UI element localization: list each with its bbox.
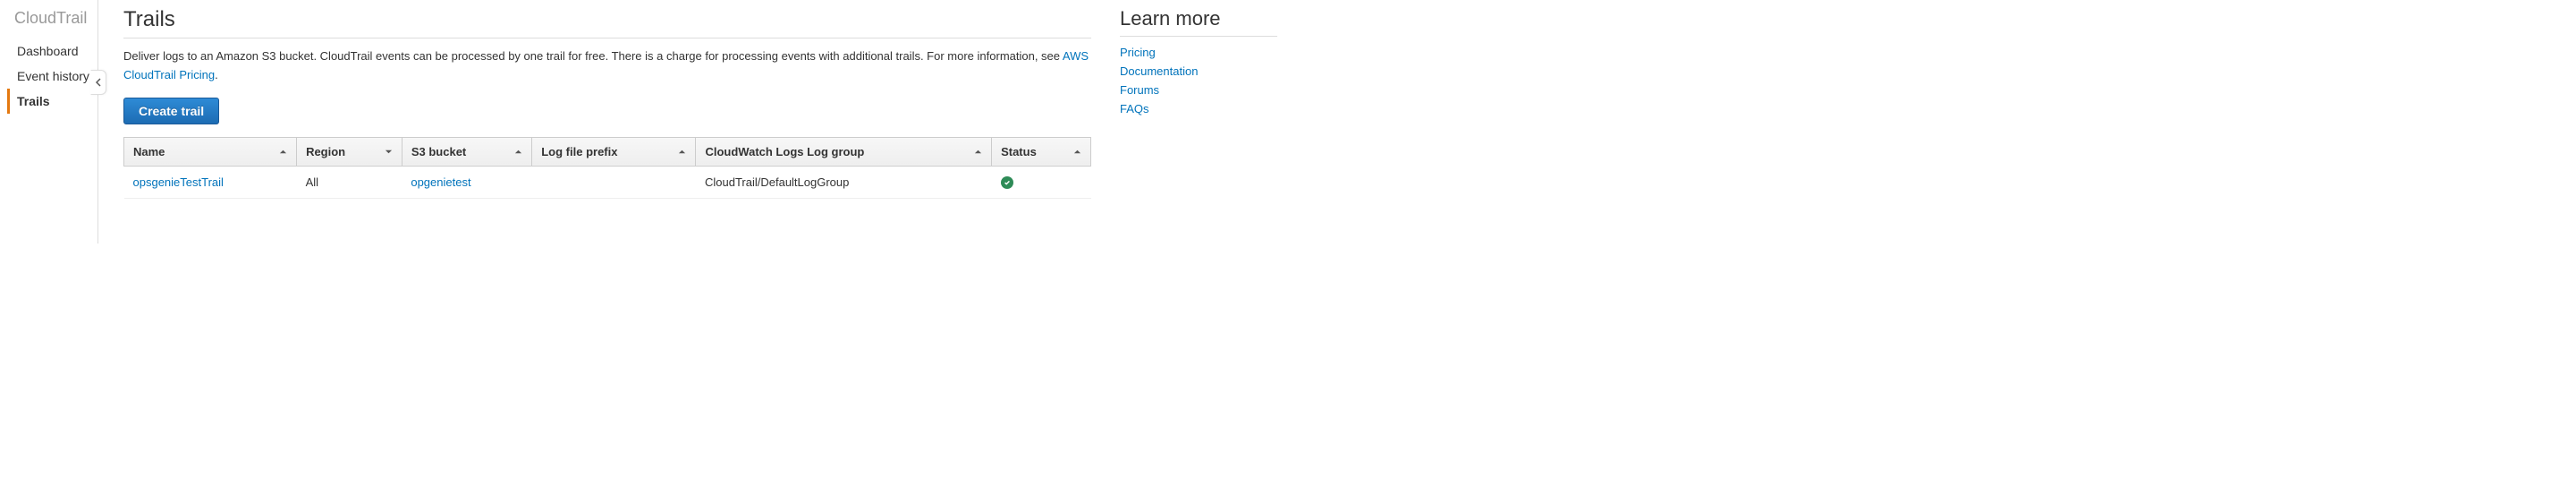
column-label: Status: [1001, 145, 1037, 158]
create-trail-button[interactable]: Create trail: [123, 98, 219, 124]
main-content: Trails Deliver logs to an Amazon S3 buck…: [98, 0, 1109, 244]
sort-asc-icon: [678, 145, 686, 158]
trail-s3-bucket-link[interactable]: opgenietest: [411, 175, 470, 189]
table-row: opsgenieTestTrail All opgenietest CloudT…: [124, 166, 1091, 198]
status-ok-icon: [1001, 176, 1013, 189]
column-label: Name: [133, 145, 165, 158]
sidebar-item-dashboard[interactable]: Dashboard: [7, 38, 97, 64]
right-panel: Learn more Pricing Documentation Forums …: [1109, 0, 1288, 244]
trail-name-link[interactable]: opsgenieTestTrail: [133, 175, 224, 189]
sort-asc-icon: [279, 145, 287, 158]
column-label: Log file prefix: [541, 145, 617, 158]
link-documentation[interactable]: Documentation: [1120, 64, 1277, 78]
sidebar-item-event-history[interactable]: Event history: [7, 64, 97, 89]
link-faqs[interactable]: FAQs: [1120, 102, 1277, 115]
column-label: CloudWatch Logs Log group: [705, 145, 864, 158]
trail-status: [992, 166, 1091, 198]
sidebar-item-trails[interactable]: Trails: [7, 89, 97, 114]
sort-desc-icon: [385, 145, 393, 158]
chevron-left-icon: [96, 75, 101, 90]
sort-asc-icon: [1073, 145, 1081, 158]
link-pricing[interactable]: Pricing: [1120, 46, 1277, 59]
page-title: Trails: [123, 7, 1091, 38]
column-label: Region: [306, 145, 345, 158]
sidebar: CloudTrail Dashboard Event history Trail…: [0, 0, 98, 244]
trail-cloudwatch-group: CloudTrail/DefaultLogGroup: [696, 166, 992, 198]
sidebar-title: CloudTrail: [14, 9, 97, 28]
trail-log-file-prefix: [532, 166, 696, 198]
sort-asc-icon: [514, 145, 522, 158]
column-header-name[interactable]: Name: [124, 137, 297, 166]
trail-region: All: [297, 166, 402, 198]
page-description: Deliver logs to an Amazon S3 bucket. Clo…: [123, 47, 1091, 85]
sort-asc-icon: [974, 145, 982, 158]
link-forums[interactable]: Forums: [1120, 83, 1277, 97]
right-panel-title: Learn more: [1120, 7, 1277, 37]
column-header-status[interactable]: Status: [992, 137, 1091, 166]
column-header-log-file-prefix[interactable]: Log file prefix: [532, 137, 696, 166]
right-links: Pricing Documentation Forums FAQs: [1120, 46, 1277, 115]
collapse-sidebar-button[interactable]: [90, 70, 106, 95]
column-header-region[interactable]: Region: [297, 137, 402, 166]
column-label: S3 bucket: [411, 145, 466, 158]
column-header-s3-bucket[interactable]: S3 bucket: [402, 137, 531, 166]
description-text-2: .: [215, 68, 218, 81]
trails-table: Name Region S3 bucket Log file prefix Cl…: [123, 137, 1091, 199]
column-header-cloudwatch-group[interactable]: CloudWatch Logs Log group: [696, 137, 992, 166]
description-text: Deliver logs to an Amazon S3 bucket. Clo…: [123, 49, 1063, 63]
